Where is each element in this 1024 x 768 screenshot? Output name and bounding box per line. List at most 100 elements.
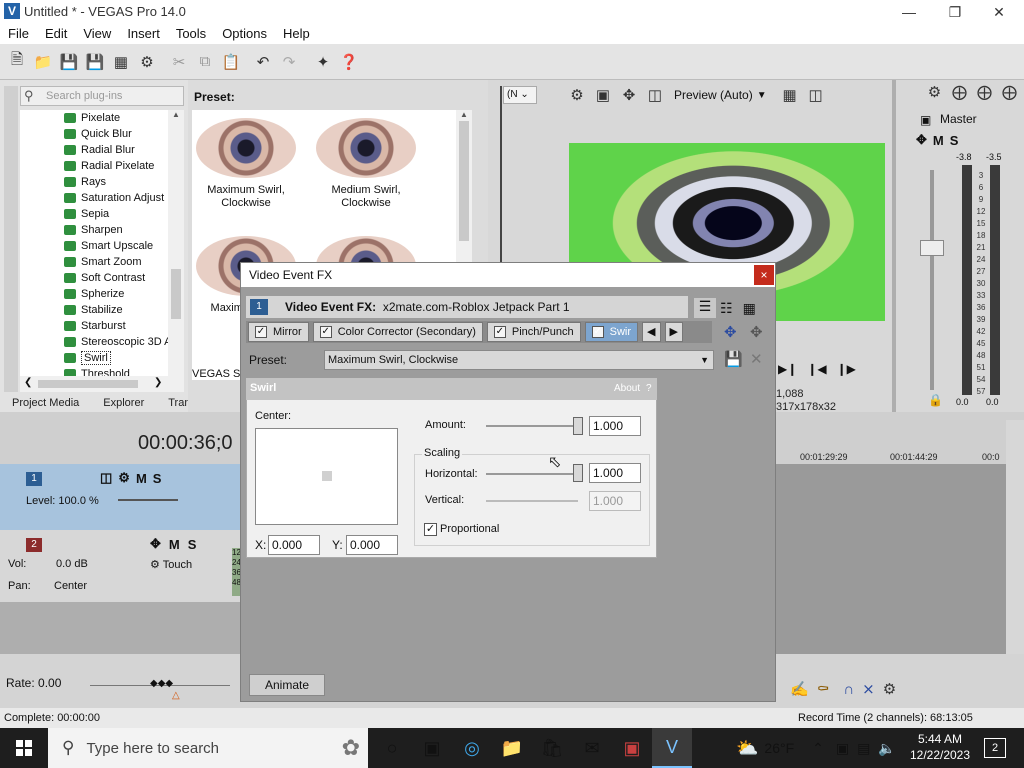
master-fader-thumb[interactable] <box>920 240 944 256</box>
list-view-icon[interactable]: ☰ <box>694 298 716 318</box>
compact-view-icon[interactable]: ☷ <box>720 300 733 317</box>
open-folder-icon[interactable]: 📁 <box>32 51 54 73</box>
menu-view[interactable]: View <box>75 24 119 44</box>
plugin-item-sharpen[interactable]: Sharpen <box>20 222 168 238</box>
fx-chain-pinch-punch[interactable]: ✓ Pinch/Punch <box>486 322 581 342</box>
master-fader-track[interactable] <box>930 170 934 390</box>
trimmer-combo[interactable]: (N ⌄ <box>503 86 537 104</box>
mute-button[interactable]: M <box>169 537 180 552</box>
save-preset-icon[interactable]: 💾 <box>724 350 743 368</box>
volume-icon[interactable]: 🔈 <box>878 740 895 757</box>
plugin-item-smart-upscale[interactable]: Smart Upscale <box>20 238 168 254</box>
delete-preset-icon[interactable]: ✕ <box>750 350 763 368</box>
automation-mode[interactable]: ⚙ Touch <box>150 558 192 571</box>
restore-button[interactable]: ❐ <box>932 0 978 24</box>
proportional-checkbox[interactable]: ✓ <box>424 523 437 536</box>
edge-icon[interactable]: ◎ <box>452 728 492 768</box>
master-gear-icon[interactable]: ⚙ <box>924 81 945 103</box>
scroll-left-icon[interactable]: ❮ <box>24 377 32 388</box>
file-explorer-icon[interactable]: 📁 <box>492 728 532 768</box>
preset-thumb-max-swirl-cw[interactable]: Maximum Swirl, Clockwise <box>192 110 300 218</box>
tab-explorer[interactable]: Explorer <box>91 394 156 412</box>
level-slider[interactable] <box>118 499 178 501</box>
master-fx-icon[interactable]: ▣ <box>920 113 931 127</box>
check-icon[interactable]: ✓ <box>493 326 506 338</box>
check-icon[interactable]: ✓ <box>255 326 267 338</box>
rate-slider-thumb-icon[interactable]: ◆◆◆ <box>150 678 173 689</box>
prev-frame-icon[interactable]: ❙◀ <box>807 362 826 376</box>
render-icon[interactable]: ▦ <box>110 51 132 73</box>
menu-tools[interactable]: Tools <box>168 24 214 44</box>
paste-icon[interactable]: 📋 <box>220 51 242 73</box>
weather-temp[interactable]: 26°F <box>764 740 794 756</box>
solo-button[interactable]: S <box>188 537 197 552</box>
save-icon[interactable]: 💾 <box>58 51 80 73</box>
horizontal-input[interactable]: 1.000 <box>589 463 641 483</box>
network-icon[interactable]: ▤ <box>857 740 870 757</box>
mute-button[interactable]: M <box>136 471 147 486</box>
scroll-right-icon[interactable]: ❯ <box>154 377 162 388</box>
scroll-up-icon[interactable]: ▲ <box>456 110 472 119</box>
menu-edit[interactable]: Edit <box>37 24 75 44</box>
lock-icon[interactable]: 🔒 <box>928 393 943 407</box>
downmix-icon[interactable]: ⨁ <box>949 81 970 103</box>
vegas-taskbar-icon[interactable]: V <box>652 728 692 768</box>
close-window-button[interactable]: ✕ <box>976 0 1022 24</box>
master-solo-button[interactable]: S <box>950 133 959 148</box>
save-as-icon[interactable]: 💾 <box>84 51 106 73</box>
help-icon[interactable]: ? <box>646 383 652 394</box>
compositing-icon[interactable]: ◫ <box>100 470 112 486</box>
mixer-icon[interactable]: ⨁ <box>999 81 1020 103</box>
dim-icon[interactable]: ⨁ <box>974 81 995 103</box>
grid-view-icon[interactable]: ▦ <box>743 300 756 317</box>
plugin-item-rays[interactable]: Rays <box>20 174 168 190</box>
solo-button[interactable]: S <box>153 471 162 486</box>
redo-icon[interactable]: ↷ <box>278 51 300 73</box>
external-monitor-icon[interactable]: ▣ <box>592 84 614 106</box>
scroll-up-icon[interactable]: ▲ <box>168 110 184 119</box>
plugin-item-quick-blur[interactable]: Quick Blur <box>20 126 168 142</box>
tab-project-media[interactable]: Project Media <box>0 394 91 412</box>
taskbar-search-box[interactable]: ⚲ Type here to search ✿ <box>48 728 368 768</box>
check-icon[interactable]: ✓ <box>591 326 604 338</box>
amount-input[interactable]: 1.000 <box>589 416 641 436</box>
preview-quality-dropdown[interactable]: Preview (Auto) <box>674 88 753 102</box>
preset-thumb-med-swirl-cw[interactable]: Medium Swirl, Clockwise <box>312 110 420 218</box>
lock-envelopes-icon[interactable]: ⨯ <box>862 680 875 698</box>
grid-icon[interactable]: ▦ <box>779 84 801 106</box>
fx-chain-swirl[interactable]: ✓ Swir <box>584 322 639 342</box>
taskbar-clock[interactable]: 5:44 AM 12/22/2023 <box>908 731 972 763</box>
plugin-item-pixelate[interactable]: Pixelate <box>20 110 168 126</box>
center-x-input[interactable]: 0.000 <box>268 535 320 555</box>
region-icon[interactable]: ⚰ <box>817 680 830 698</box>
plugin-item-smart-zoom[interactable]: Smart Zoom <box>20 254 168 270</box>
amount-slider-thumb[interactable] <box>573 417 583 435</box>
menu-file[interactable]: File <box>0 24 37 44</box>
copy-icon[interactable]: ⧉ <box>194 51 216 73</box>
cut-icon[interactable]: ✂ <box>168 51 190 73</box>
magnet-icon[interactable]: ∩ <box>843 681 854 698</box>
chain-left-icon[interactable]: ◀ <box>642 322 661 342</box>
enable-snapping-icon[interactable]: ✦ <box>312 51 334 73</box>
notification-center-icon[interactable]: 2 <box>984 738 1006 758</box>
next-frame-icon[interactable]: ▶❙ <box>778 362 797 376</box>
meet-now-icon[interactable]: ▣ <box>836 740 849 757</box>
horizontal-slider-thumb[interactable] <box>573 464 583 482</box>
plugin-item-swirl[interactable]: Swirl <box>20 350 168 366</box>
horizontal-slider[interactable] <box>486 473 578 475</box>
plugin-item-radial-blur[interactable]: Radial Blur <box>20 142 168 158</box>
plugin-item-sepia[interactable]: Sepia <box>20 206 168 222</box>
plugin-item-starburst[interactable]: Starburst <box>20 318 168 334</box>
weather-icon[interactable]: ⛅ <box>736 738 758 759</box>
mail-icon[interactable]: ✉ <box>572 728 612 768</box>
store-icon[interactable]: 🛍 <box>532 728 572 768</box>
scroll-thumb[interactable] <box>171 269 181 319</box>
tray-chevron-up-icon[interactable]: ⌃ <box>812 740 824 757</box>
plugin-list-scrollbar[interactable]: ▲ <box>168 110 184 376</box>
new-file-icon[interactable]: 🗎 <box>6 51 28 73</box>
search-plugins-input[interactable]: ⚲ Search plug-ins <box>20 86 184 106</box>
properties-gear-icon[interactable]: ⚙ <box>136 51 158 73</box>
plugin-list-hscrollbar[interactable]: ❮ ❯ <box>20 376 184 392</box>
hscroll-thumb[interactable] <box>38 380 138 388</box>
ripple-icon[interactable]: ⚙ <box>883 680 896 698</box>
